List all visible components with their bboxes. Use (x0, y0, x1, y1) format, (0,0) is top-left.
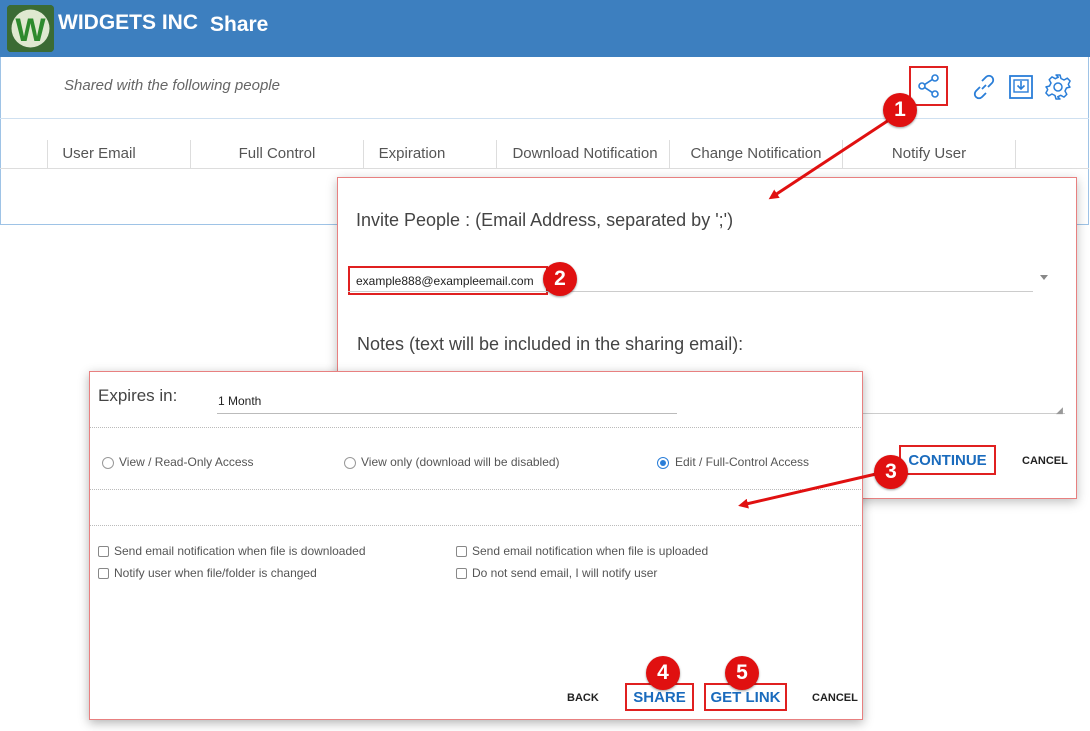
access-radio-view-only[interactable] (344, 457, 356, 469)
notify-change-checkbox[interactable] (98, 568, 109, 579)
email-tag[interactable]: example888@exampleemail.com (356, 274, 534, 288)
callout-1-badge: 1 (883, 93, 917, 127)
callout-4-badge: 4 (646, 656, 680, 690)
access-label-read-only[interactable]: View / Read-Only Access (119, 455, 254, 469)
share-submit-button[interactable]: SHARE (625, 689, 694, 706)
callout-5-badge: 5 (725, 656, 759, 690)
get-link-button[interactable]: GET LINK (704, 689, 787, 706)
callout-2-badge: 2 (543, 262, 577, 296)
share-button[interactable] (909, 66, 948, 106)
continue-button[interactable]: CONTINUE (899, 452, 996, 469)
access-label-full-control[interactable]: Edit / Full-Control Access (675, 455, 809, 469)
back-button[interactable]: BACK (567, 692, 599, 704)
column-separator (1015, 140, 1016, 168)
expires-select[interactable]: 1 Month (218, 394, 261, 408)
notify-change-label[interactable]: Notify user when file/folder is changed (114, 566, 317, 580)
invite-label: Invite People : (Email Address, separate… (356, 210, 734, 230)
column-header-change-notification[interactable]: Change Notification (670, 140, 842, 168)
company-logo: W (7, 5, 54, 52)
gear-icon (1045, 74, 1071, 100)
settings-button[interactable] (1041, 70, 1075, 104)
share-icon (917, 74, 939, 98)
expires-label: Expires in: (98, 386, 178, 405)
notes-textarea[interactable] (855, 403, 1065, 414)
column-header-full-control[interactable]: Full Control (191, 140, 363, 168)
access-label-view-only[interactable]: View only (download will be disabled) (361, 455, 560, 469)
section-divider (90, 525, 861, 526)
access-radio-read-only[interactable] (102, 457, 114, 469)
textarea-resize-handle-icon[interactable]: ◢ (1056, 405, 1063, 416)
download-box-icon (1009, 75, 1033, 99)
notify-download-checkbox[interactable] (98, 546, 109, 557)
section-divider (90, 489, 861, 490)
logo-letter: W (15, 12, 46, 48)
email-input-underline (348, 291, 1033, 292)
column-header-notify-user[interactable]: Notify User (843, 140, 1015, 168)
column-header-download-notification[interactable]: Download Notification (497, 140, 673, 168)
app-header: W WIDGETS INC Share (0, 0, 1090, 57)
download-button[interactable] (1004, 70, 1038, 104)
no-email-checkbox[interactable] (456, 568, 467, 579)
link-icon (973, 74, 995, 100)
no-email-label[interactable]: Do not send email, I will notify user (472, 566, 657, 580)
page-title: Share (210, 13, 269, 36)
notify-download-label[interactable]: Send email notification when file is dow… (114, 544, 366, 558)
notify-upload-label[interactable]: Send email notification when file is upl… (472, 544, 708, 558)
invite-cancel-button[interactable]: CANCEL (1022, 455, 1068, 467)
expires-underline (217, 413, 677, 414)
access-radio-full-control[interactable] (657, 457, 669, 469)
notify-upload-checkbox[interactable] (456, 546, 467, 557)
brand-name: WIDGETS INC (58, 11, 198, 34)
section-divider (90, 427, 861, 428)
panel-divider (0, 118, 1089, 119)
column-header-user-email[interactable]: User Email (48, 140, 150, 168)
share-cancel-button[interactable]: CANCEL (812, 692, 858, 704)
shared-with-text: Shared with the following people (64, 77, 280, 94)
link-button[interactable] (967, 70, 1001, 104)
callout-3-badge: 3 (874, 455, 908, 489)
email-dropdown-caret-icon[interactable] (1040, 275, 1048, 280)
column-header-expiration[interactable]: Expiration (364, 140, 460, 168)
notes-label: Notes (text will be included in the shar… (357, 334, 744, 354)
table-header-bottom-line (0, 168, 1089, 169)
